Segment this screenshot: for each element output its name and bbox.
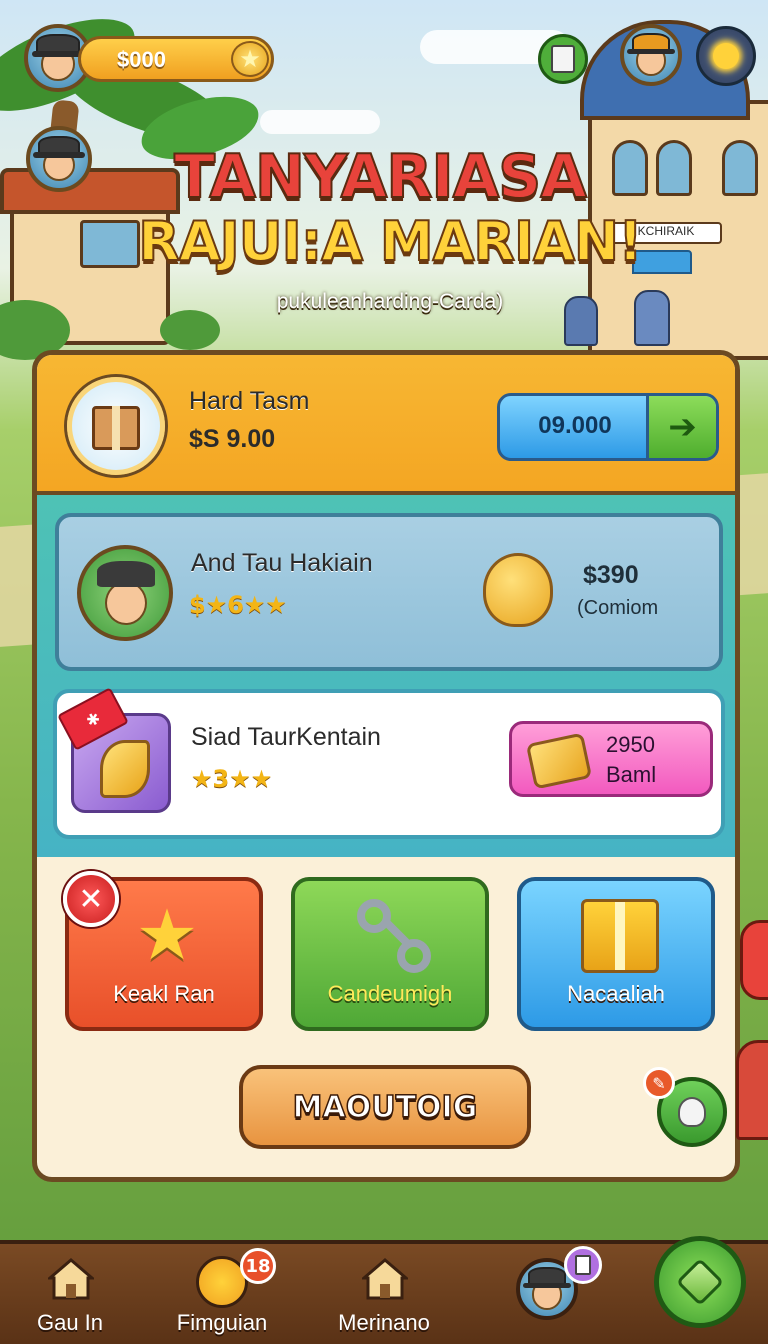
action-label: Keakl Ran: [113, 981, 215, 1006]
shop-item-kentain[interactable]: ✱ Siad TaurKentain ★3★★ 2950 Baml: [53, 687, 725, 839]
star-trophy-icon: ★: [135, 894, 199, 976]
coin-amount: $000: [117, 47, 166, 72]
star-coin-icon: ★: [231, 41, 269, 77]
friend-avatar[interactable]: [26, 126, 92, 192]
featured-buy-button[interactable]: 09.000 ➔: [497, 393, 719, 461]
side-character: [736, 1040, 768, 1140]
nav-item-home[interactable]: Gau In: [0, 1252, 140, 1342]
star-rating: ★3★★: [191, 765, 273, 793]
shop-panel: Hard Tasm $S 9.00 09.000 ➔ And Tau Hakia…: [32, 350, 740, 1182]
bush: [160, 310, 220, 350]
action-label: Nacaaliah: [567, 981, 665, 1006]
npc-avatar[interactable]: [620, 24, 682, 86]
nav-label: Merinano: [338, 1310, 430, 1335]
gift-box-icon: [67, 377, 165, 475]
villager: [564, 296, 598, 346]
close-icon[interactable]: ✕: [63, 871, 119, 927]
home-icon: [362, 1258, 408, 1300]
notepad-badge-icon: [564, 1246, 602, 1284]
action-tile-link[interactable]: Candeumigh: [291, 877, 489, 1031]
main-action-button[interactable]: MAOUTOIG: [239, 1065, 531, 1149]
game-subtitle: pukuleanharding-Carda): [276, 290, 504, 313]
reward-amount: $390: [583, 561, 639, 589]
wrench-icon: ✎: [643, 1067, 675, 1099]
shop-item-hakiain[interactable]: And Tau Hakiain $★6★★ $390 (Comiom: [55, 513, 723, 671]
window: [722, 140, 758, 196]
notification-badge: 18: [240, 1248, 276, 1284]
nav-label: Fimguian: [176, 1310, 268, 1335]
cloud: [260, 110, 380, 134]
gold-bar-icon: [525, 732, 593, 790]
side-character: [740, 920, 768, 1000]
gift-icon: [581, 899, 659, 973]
star-rating: $★6★★: [189, 591, 287, 619]
buy-gold-label: Baml: [606, 762, 657, 787]
nav-item-profile[interactable]: [480, 1246, 620, 1342]
bottom-nav: Gau In 18 Fimguian Merinano: [0, 1240, 768, 1344]
buy-gold-button[interactable]: 2950 Baml: [509, 721, 713, 797]
featured-row[interactable]: Hard Tasm $S 9.00 09.000 ➔: [37, 355, 735, 495]
featured-name: Hard Tasm: [189, 387, 310, 415]
game-title-line2: RAJUI:A MARIAN!: [137, 209, 643, 274]
item-name: Siad TaurKentain: [191, 723, 381, 751]
coin-counter[interactable]: $000 ★: [78, 36, 274, 82]
nav-label: Gau In: [36, 1310, 104, 1335]
item-name: And Tau Hakiain: [191, 549, 373, 577]
featured-buy-value: 09.000: [538, 412, 612, 439]
link-icon: [357, 899, 431, 973]
window: [656, 140, 692, 196]
golden-bird-icon: [483, 553, 553, 627]
character-portrait: [77, 545, 173, 641]
reward-note: (Comiom: [577, 597, 659, 619]
villager: [634, 290, 670, 346]
diamond-icon[interactable]: [654, 1236, 746, 1328]
game-title-line1: TANYARIASA: [173, 141, 588, 213]
sun-settings-icon[interactable]: [696, 26, 756, 86]
featured-price: $S 9.00: [189, 425, 276, 453]
arrow-right-icon: ➔: [646, 396, 716, 458]
nav-item-chick[interactable]: 18 Fimguian: [152, 1248, 292, 1342]
home-icon: [48, 1258, 94, 1300]
nav-item-village[interactable]: Merinano: [314, 1252, 454, 1342]
action-tile-gift[interactable]: Nacaaliah: [517, 877, 715, 1031]
buy-gold-amount: 2950: [606, 732, 655, 757]
action-label: Candeumigh: [327, 981, 453, 1006]
notepad-icon[interactable]: [538, 34, 588, 84]
